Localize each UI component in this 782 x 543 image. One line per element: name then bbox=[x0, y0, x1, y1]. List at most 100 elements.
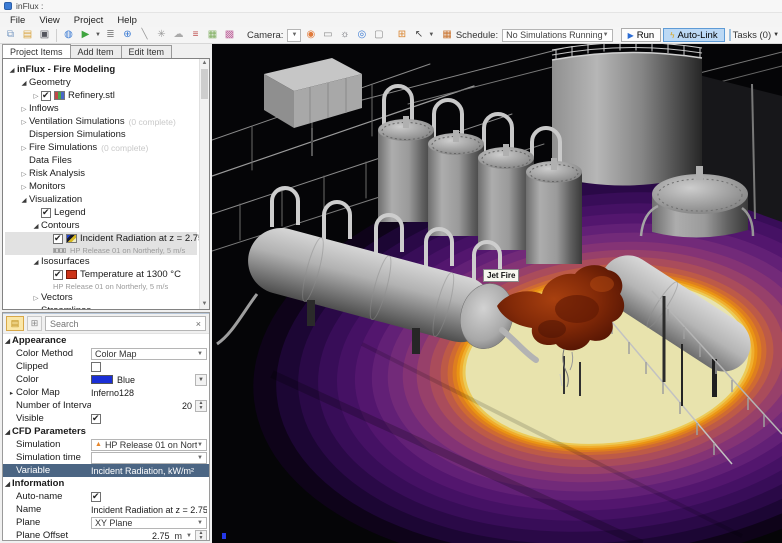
menu-help[interactable]: Help bbox=[111, 14, 143, 27]
property-row[interactable]: Simulation▲HP Release 01 on Northerl...▼ bbox=[3, 438, 209, 451]
line-tool-icon[interactable]: ╲ bbox=[137, 28, 152, 43]
tree-item[interactable]: ◢inFlux - Fire Modeling bbox=[5, 63, 197, 76]
property-row[interactable]: VariableIncident Radiation, kW/m² bbox=[3, 464, 209, 477]
camera-icon[interactable]: ▭ bbox=[320, 28, 335, 43]
info-icon[interactable]: ◍ bbox=[61, 28, 76, 43]
tree-item[interactable]: Temperature at 1300 °CHP Release 01 on N… bbox=[5, 268, 197, 291]
combobox[interactable]: XY Plane▼ bbox=[91, 517, 207, 529]
property-row[interactable]: Number of Intervals20▲▼ bbox=[3, 399, 209, 412]
menu-view[interactable]: View bbox=[33, 14, 65, 27]
tree-item[interactable]: Legend bbox=[5, 206, 197, 219]
record-icon[interactable]: ◉ bbox=[303, 28, 318, 43]
categorized-view-button[interactable]: ▤ bbox=[6, 316, 24, 331]
expander-closed-icon[interactable]: ▷ bbox=[19, 105, 29, 113]
section-expander-icon[interactable]: ◢ bbox=[3, 428, 12, 436]
checkbox[interactable] bbox=[91, 362, 101, 372]
auto-link-button[interactable]: ϟAuto-Link bbox=[663, 28, 724, 42]
colormap-icon[interactable]: ▩ bbox=[222, 28, 237, 43]
expander-closed-icon[interactable]: ▷ bbox=[19, 183, 29, 191]
checkbox[interactable] bbox=[41, 91, 51, 101]
expander-open-icon[interactable]: ◢ bbox=[19, 79, 29, 87]
property-row[interactable]: ColorBlue▼ bbox=[3, 373, 209, 386]
spinner-buttons[interactable]: ▲▼ bbox=[195, 530, 207, 542]
clear-search-icon[interactable]: × bbox=[196, 319, 201, 329]
scene-tree-icon[interactable]: ⊞ bbox=[394, 28, 409, 43]
checkbox[interactable] bbox=[91, 414, 101, 424]
scroll-up-icon[interactable]: ▲ bbox=[200, 59, 209, 68]
chevron-down-icon[interactable]: ▼ bbox=[95, 32, 101, 38]
color-dropdown-button[interactable]: ▼ bbox=[195, 374, 207, 386]
property-row[interactable]: Color MethodColor Map▼ bbox=[3, 347, 209, 360]
camera-combobox[interactable]: ▼ bbox=[287, 29, 301, 42]
legend-icon[interactable]: ≡ bbox=[188, 28, 203, 43]
tree-item[interactable]: ◢Isosurfaces bbox=[5, 255, 197, 268]
tree-item[interactable]: Streamlines bbox=[5, 304, 197, 310]
select-cursor-icon[interactable]: ↖ bbox=[411, 28, 426, 43]
tree-item[interactable]: Dispersion Simulations bbox=[5, 128, 197, 141]
save-icon[interactable]: ▣ bbox=[37, 28, 52, 43]
expander-closed-icon[interactable]: ▷ bbox=[31, 92, 41, 100]
tree-item[interactable]: Data Files bbox=[5, 154, 197, 167]
fan-icon[interactable]: ✳ bbox=[154, 28, 169, 43]
property-row[interactable]: Clipped bbox=[3, 360, 209, 373]
tab-edit-item[interactable]: Edit Item bbox=[121, 45, 173, 58]
open-icon[interactable]: ▤ bbox=[20, 28, 35, 43]
tree-item[interactable]: ▷Fire Simulations(0 complete) bbox=[5, 141, 197, 154]
menu-project[interactable]: Project bbox=[68, 14, 110, 27]
tasks-dropdown[interactable]: Tasks (0)▼ bbox=[733, 30, 780, 41]
spin-value[interactable]: 20 bbox=[91, 401, 195, 411]
checkbox[interactable] bbox=[53, 234, 63, 244]
tree-item[interactable]: ▷Monitors bbox=[5, 180, 197, 193]
tab-add-item[interactable]: Add Item bbox=[70, 45, 122, 58]
property-row[interactable]: ◢CFD Parameters bbox=[3, 425, 209, 438]
combobox[interactable]: ▲HP Release 01 on Northerl...▼ bbox=[91, 439, 207, 451]
tree-item[interactable]: ◢Geometry bbox=[5, 76, 197, 89]
expander-open-icon[interactable]: ◢ bbox=[7, 66, 17, 74]
chevron-down-icon[interactable]: ▼ bbox=[186, 533, 192, 539]
tree-item[interactable]: ▷Inflows bbox=[5, 102, 197, 115]
alphabetical-view-button[interactable]: ⊞ bbox=[27, 316, 42, 331]
display-icon[interactable]: ▢ bbox=[371, 28, 386, 43]
property-row[interactable]: Plane Offset2.75m▼▲▼ bbox=[3, 529, 209, 541]
expander-closed-icon[interactable]: ▷ bbox=[19, 118, 29, 126]
spinner-buttons[interactable]: ▲▼ bbox=[195, 400, 207, 412]
combobox[interactable]: ▼ bbox=[91, 452, 207, 464]
tree-item[interactable]: ▷Refinery.stl bbox=[5, 89, 197, 102]
offset-value[interactable]: 2.75 bbox=[91, 531, 173, 541]
property-row[interactable]: NameIncident Radiation at z = 2.75 meter… bbox=[3, 503, 209, 516]
aperture-icon[interactable]: ☼ bbox=[337, 28, 352, 43]
scroll-down-icon[interactable]: ▼ bbox=[200, 300, 209, 309]
tree-item[interactable]: ▷Ventilation Simulations(0 complete) bbox=[5, 115, 197, 128]
property-row[interactable]: Visible bbox=[3, 412, 209, 425]
orbit-icon[interactable]: ◎ bbox=[354, 28, 369, 43]
scroll-thumb[interactable] bbox=[201, 69, 208, 99]
run-button[interactable]: ▶Run bbox=[621, 28, 662, 42]
property-row[interactable]: ◢Appearance bbox=[3, 334, 209, 347]
expander-open-icon[interactable]: ◢ bbox=[31, 258, 41, 266]
tree-item[interactable]: Incident Radiation at z = 2.75 metersHP … bbox=[5, 232, 197, 255]
property-row[interactable]: ◢Information bbox=[3, 477, 209, 490]
expander-open-icon[interactable]: ◢ bbox=[31, 222, 41, 230]
tab-project-items[interactable]: Project Items bbox=[2, 44, 71, 58]
checkbox[interactable] bbox=[41, 208, 51, 218]
tree-item[interactable]: ◢Contours bbox=[5, 219, 197, 232]
expander-closed-icon[interactable]: ▷ bbox=[19, 170, 29, 178]
expander-open-icon[interactable]: ◢ bbox=[19, 196, 29, 204]
section-expander-icon[interactable]: ◢ bbox=[3, 337, 12, 345]
image-icon[interactable]: ▦ bbox=[205, 28, 220, 43]
property-row[interactable]: Simulation time▼ bbox=[3, 451, 209, 464]
new-project-icon[interactable]: ⧉ bbox=[3, 28, 18, 43]
expander-closed-icon[interactable]: ▷ bbox=[31, 294, 41, 302]
schedule-combobox[interactable]: No Simulations Running▼ bbox=[502, 29, 613, 42]
property-search-input[interactable] bbox=[50, 319, 193, 329]
color-swatch[interactable] bbox=[91, 375, 113, 384]
combobox[interactable]: Color Map▼ bbox=[91, 348, 207, 360]
play-menu-icon[interactable]: ▶ bbox=[78, 28, 93, 43]
property-row[interactable]: ▸Color MapInferno128 bbox=[3, 386, 209, 399]
tree-scrollbar[interactable]: ▲ ▼ bbox=[199, 59, 209, 309]
section-expander-icon[interactable]: ◢ bbox=[3, 480, 12, 488]
property-row[interactable]: Auto-name bbox=[3, 490, 209, 503]
stack-icon[interactable]: ≣ bbox=[103, 28, 118, 43]
menu-file[interactable]: File bbox=[4, 14, 31, 27]
cloud-icon[interactable]: ☁ bbox=[171, 28, 186, 43]
